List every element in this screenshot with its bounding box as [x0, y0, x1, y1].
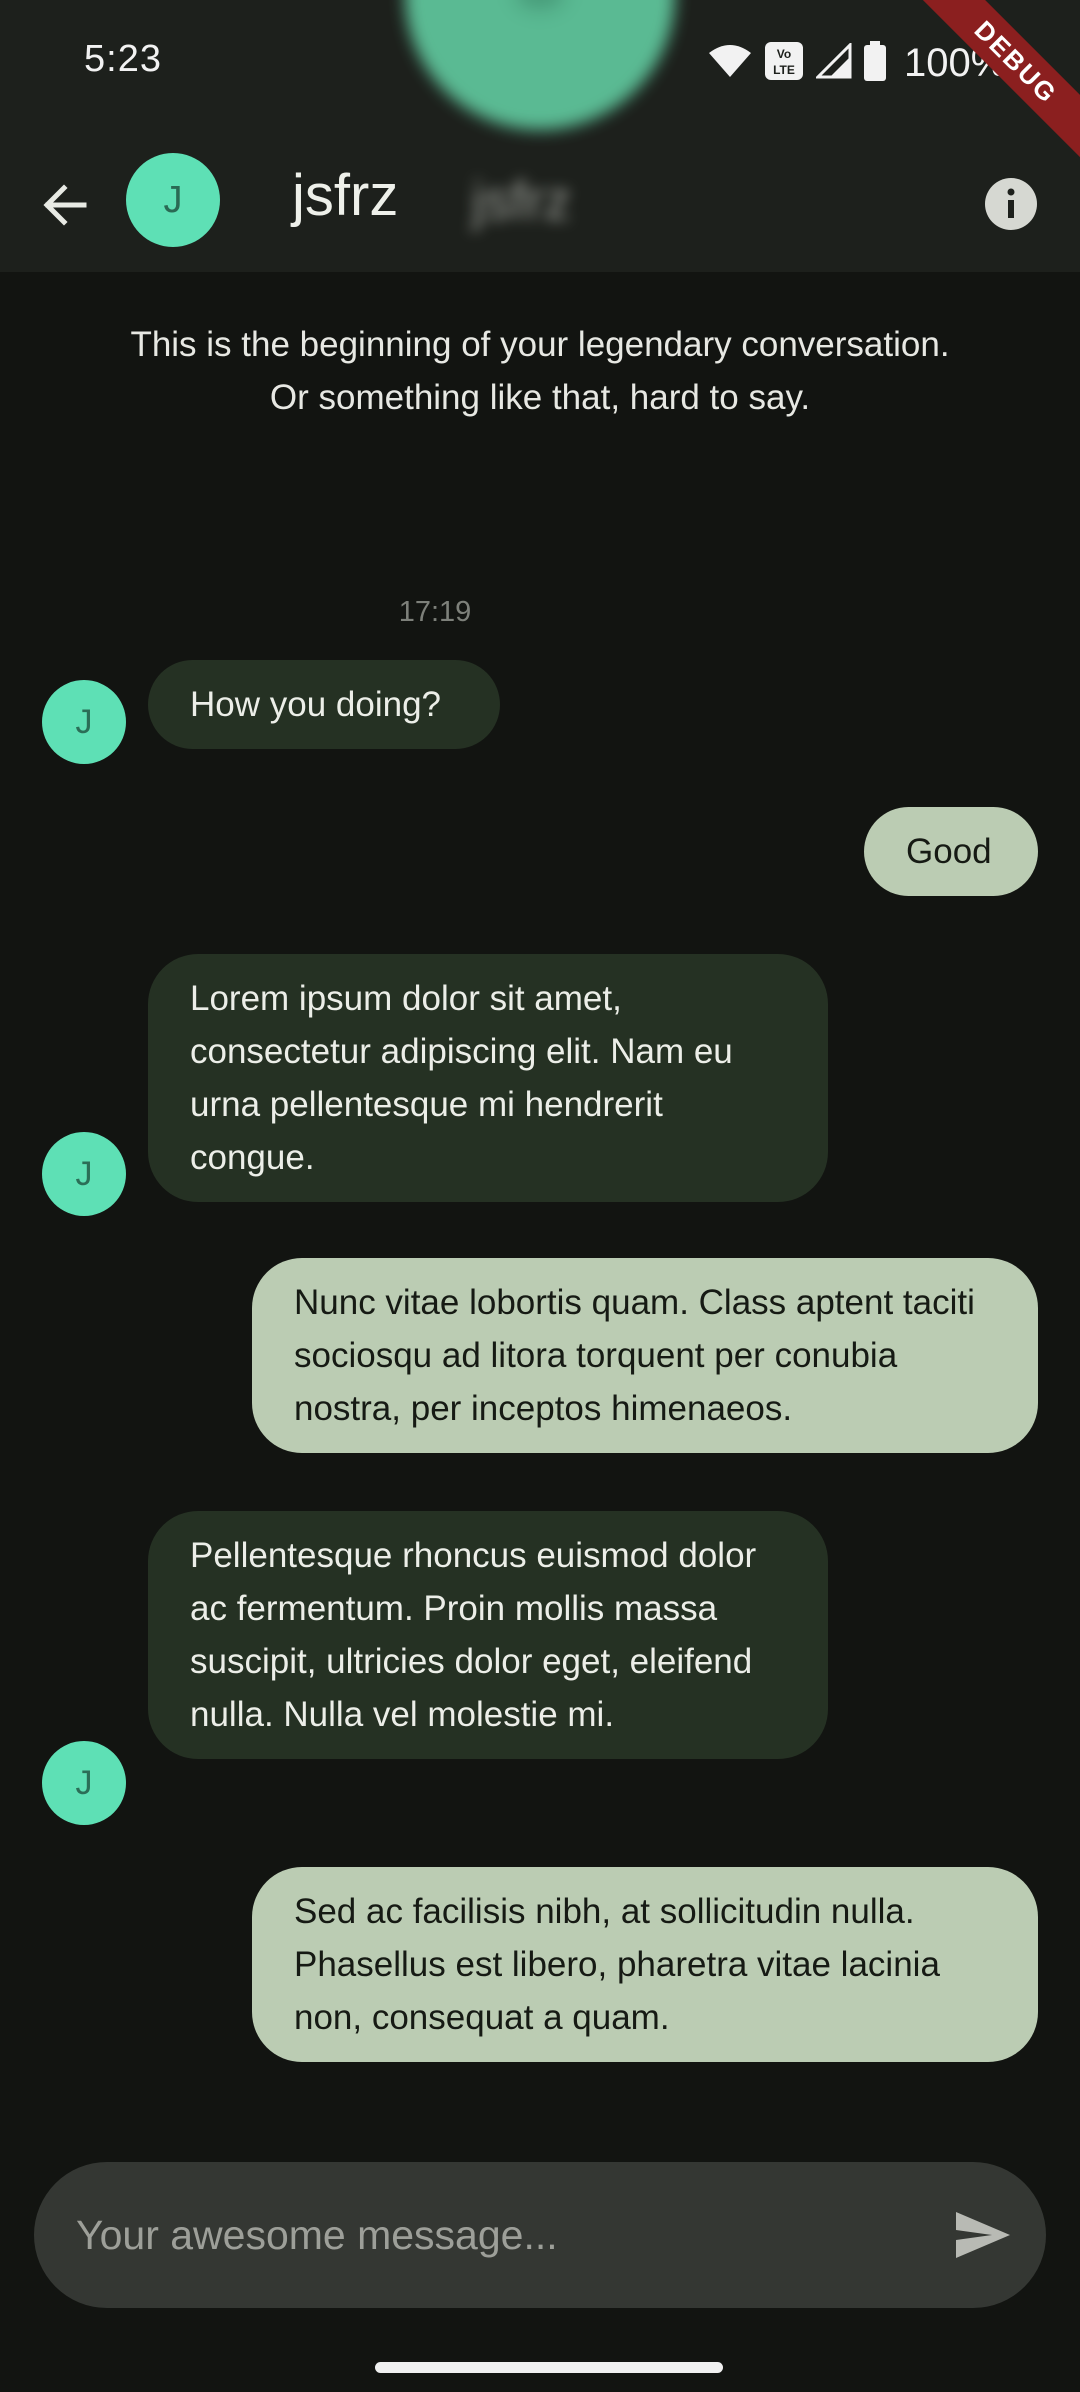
wifi-icon	[708, 43, 752, 84]
info-icon	[985, 178, 1037, 230]
outgoing-message[interactable]: Nunc vitae lobortis quam. Class aptent t…	[252, 1258, 1038, 1453]
app-bar: J jsfrz jsfrz	[0, 140, 1080, 272]
svg-text:Vo: Vo	[777, 47, 791, 61]
message-input[interactable]	[76, 2211, 926, 2259]
incoming-message[interactable]: How you doing?	[148, 660, 500, 749]
status-icons: Vo LTE 100%	[708, 38, 1006, 88]
outgoing-message[interactable]: Good	[864, 807, 1038, 896]
info-button[interactable]	[976, 169, 1046, 239]
status-time: 5:23	[84, 38, 162, 80]
message-avatar: J	[42, 1132, 126, 1216]
message-avatar: J	[42, 680, 126, 764]
back-button[interactable]	[30, 170, 100, 240]
blurred-avatar-overlay	[405, 0, 675, 130]
home-indicator[interactable]	[375, 2362, 723, 2373]
send-button[interactable]	[950, 2202, 1016, 2268]
conversation-intro: This is the beginning of your legendary …	[130, 325, 950, 417]
outgoing-message[interactable]: Sed ac facilisis nibh, at sollicitudin n…	[252, 1867, 1038, 2062]
svg-text:LTE: LTE	[773, 63, 795, 77]
incoming-message[interactable]: Lorem ipsum dolor sit amet, consectetur …	[148, 954, 828, 1202]
contact-avatar[interactable]: J	[126, 153, 220, 247]
battery-icon	[864, 40, 886, 86]
back-arrow-icon	[43, 184, 87, 226]
blurred-name-overlay: jsfrz	[472, 171, 571, 231]
volte-icon: Vo LTE	[764, 41, 804, 86]
top-bar-area: 5:23 Vo LTE 100% DEBUG J jsfrz jsfrz	[0, 0, 1080, 272]
message-composer	[34, 2162, 1046, 2308]
incoming-message[interactable]: Pellentesque rhoncus euismod dolor ac fe…	[148, 1511, 828, 1759]
signal-icon	[814, 40, 852, 84]
contact-name: jsfrz	[292, 163, 399, 228]
chat-screen: 5:23 Vo LTE 100% DEBUG J jsfrz jsfrz Thi…	[0, 0, 1080, 2392]
message-avatar: J	[42, 1741, 126, 1825]
message-timestamp: 17:19	[398, 596, 472, 628]
send-icon	[956, 2212, 1010, 2258]
